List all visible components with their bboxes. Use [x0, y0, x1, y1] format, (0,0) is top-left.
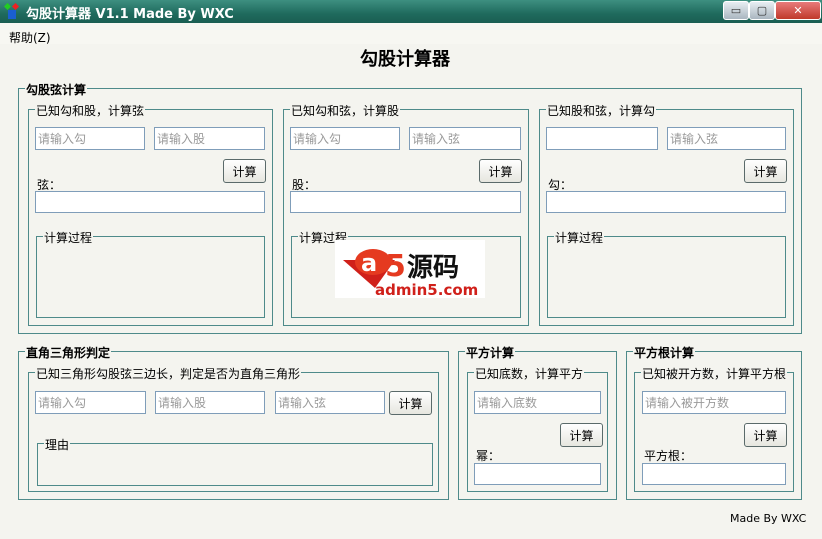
app-icon	[4, 3, 20, 19]
square-group-title: 平方计算	[465, 344, 516, 361]
reason-box: 理由	[37, 436, 433, 486]
menu-help[interactable]: 帮助(Z)	[9, 29, 51, 46]
window-title: 勾股计算器 V1.1 Made By WXC	[26, 7, 234, 22]
sqrt-input[interactable]	[642, 391, 786, 414]
sqrt-group-title: 平方根计算	[633, 344, 696, 361]
square-result-label: 幂：	[476, 449, 501, 463]
pyth-result-field[interactable]	[546, 191, 786, 213]
process-label: 计算过程	[43, 229, 94, 246]
pyth-panel-title: 已知勾和弦，计算股	[290, 102, 401, 119]
pyth-gu-input[interactable]	[546, 127, 658, 150]
square-subgroup-title: 已知底数，计算平方	[474, 365, 585, 382]
pyth-group-title: 勾股弦计算	[25, 81, 88, 98]
judge-xian-input[interactable]	[275, 391, 385, 414]
pyth-calc-button[interactable]: 计算	[744, 159, 787, 183]
judge-subgroup-title: 已知三角形勾股弦三边长，判定是否为直角三角形	[35, 365, 302, 382]
process-box: 计算过程	[36, 229, 265, 318]
pyth-calc-button[interactable]: 计算	[223, 159, 266, 183]
minimize-button[interactable]: ▭	[723, 1, 749, 20]
reason-label: 理由	[44, 436, 71, 453]
sqrt-result-field[interactable]	[642, 463, 786, 485]
watermark-logo: a 5 源码 admin5.com	[335, 240, 485, 299]
svg-text:5: 5	[385, 249, 406, 284]
page-title: 勾股计算器	[360, 49, 450, 70]
judge-calc-button[interactable]: 计算	[389, 391, 432, 415]
sqrt-result-label: 平方根：	[644, 449, 693, 463]
pyth-xian-input[interactable]	[409, 127, 521, 150]
svg-text:a: a	[361, 249, 377, 277]
pyth-result-field[interactable]	[290, 191, 521, 213]
watermark-brand: 源码	[407, 253, 459, 283]
pyth-result-field[interactable]	[35, 191, 265, 213]
pyth-gou-input[interactable]	[35, 127, 145, 150]
pyth-gou-input[interactable]	[290, 127, 400, 150]
menu-bar	[0, 23, 822, 44]
judge-gou-input[interactable]	[35, 391, 146, 414]
judge-gu-input[interactable]	[155, 391, 265, 414]
square-base-input[interactable]	[474, 391, 601, 414]
close-button[interactable]: ✕	[775, 1, 821, 20]
pyth-calc-button[interactable]: 计算	[479, 159, 522, 183]
judge-group-title: 直角三角形判定	[25, 344, 112, 361]
pyth-gu-input[interactable]	[154, 127, 265, 150]
pyth-panel-title: 已知股和弦，计算勾	[546, 102, 657, 119]
maximize-button[interactable]: ▢	[749, 1, 775, 20]
sqrt-subgroup-title: 已知被开方数，计算平方根	[641, 365, 788, 382]
footer-credit: Made By WXC	[730, 512, 807, 525]
process-label: 计算过程	[554, 229, 605, 246]
pyth-panel-title: 已知勾和股，计算弦	[35, 102, 146, 119]
title-bar: 勾股计算器 V1.1 Made By WXC ▭ ▢ ✕	[0, 0, 822, 23]
watermark-url: admin5.com	[375, 281, 478, 298]
sqrt-calc-button[interactable]: 计算	[744, 423, 787, 447]
pyth-xian-input[interactable]	[667, 127, 786, 150]
square-calc-button[interactable]: 计算	[560, 423, 603, 447]
process-box: 计算过程	[547, 229, 786, 318]
square-result-field[interactable]	[474, 463, 601, 485]
